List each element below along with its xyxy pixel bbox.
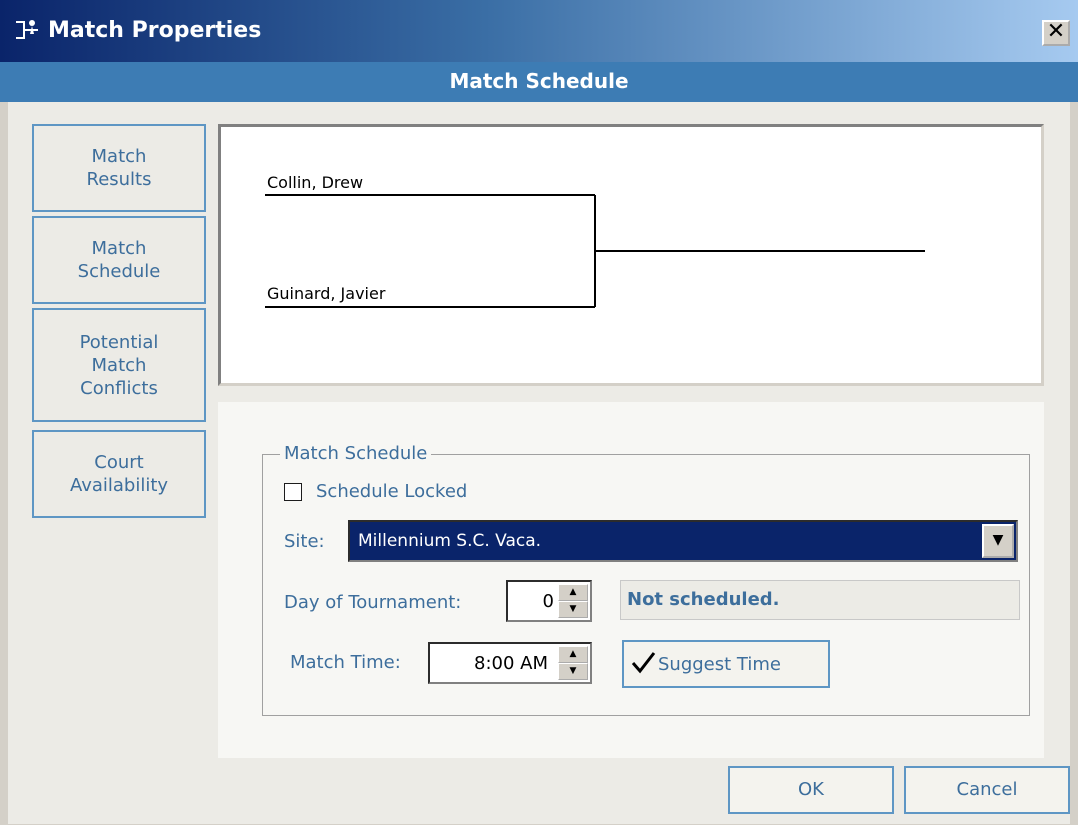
site-value: Millennium S.C. Vaca. bbox=[358, 531, 542, 551]
group-title: Match Schedule bbox=[280, 443, 432, 464]
match-time-value: 8:00 AM bbox=[474, 653, 548, 674]
cancel-button[interactable]: Cancel bbox=[904, 766, 1070, 814]
schedule-status-box: Not scheduled. bbox=[620, 580, 1020, 620]
day-of-tournament-stepper[interactable]: 0 ▲ ▼ bbox=[506, 580, 592, 622]
ok-button[interactable]: OK bbox=[728, 766, 894, 814]
title-bar[interactable]: Match Properties ✕ bbox=[0, 0, 1078, 62]
section-header: Match Schedule bbox=[0, 62, 1078, 102]
stepper-up-icon[interactable]: ▲ bbox=[558, 584, 588, 601]
nav-label-line: Conflicts bbox=[80, 377, 158, 399]
player-top: Collin, Drew bbox=[267, 173, 364, 192]
stepper-buttons: ▲ ▼ bbox=[558, 584, 588, 618]
nav-court-availability[interactable]: Court Availability bbox=[32, 430, 206, 518]
nav-label-line: Schedule bbox=[77, 261, 161, 282]
nav-label-line: Match bbox=[91, 146, 147, 167]
site-dropdown[interactable]: Millennium S.C. Vaca. ▼ bbox=[348, 520, 1018, 562]
nav-label-line: Availability bbox=[69, 475, 169, 496]
schedule-status: Not scheduled. bbox=[627, 589, 780, 610]
nav-label-line: Match bbox=[91, 238, 147, 259]
stepper-buttons: ▲ ▼ bbox=[558, 646, 588, 680]
schedule-locked-checkbox[interactable] bbox=[284, 483, 302, 501]
window-title: Match Properties bbox=[48, 18, 262, 43]
checkmark-icon bbox=[631, 652, 656, 674]
suggest-time-button[interactable]: Suggest Time bbox=[622, 640, 830, 688]
nav-label-line: Court bbox=[94, 452, 144, 473]
nav-label-line: Potential bbox=[79, 331, 159, 353]
bracket-app-icon bbox=[16, 20, 38, 39]
section-title: Match Schedule bbox=[449, 69, 629, 93]
bracket-panel: Collin, Drew Guinard, Javier bbox=[218, 124, 1044, 386]
close-button[interactable]: ✕ bbox=[1042, 20, 1070, 46]
bracket-lines bbox=[265, 194, 925, 308]
nav-label-line: Match bbox=[91, 354, 147, 376]
stepper-down-icon[interactable]: ▼ bbox=[558, 601, 588, 618]
suggest-time-label: Suggest Time bbox=[658, 654, 781, 675]
stepper-down-icon[interactable]: ▼ bbox=[558, 663, 588, 680]
dropdown-arrow-icon[interactable]: ▼ bbox=[982, 524, 1014, 558]
nav-match-schedule[interactable]: Match Schedule bbox=[32, 216, 206, 304]
site-label: Site: bbox=[284, 531, 325, 552]
match-time-stepper[interactable]: 8:00 AM ▲ ▼ bbox=[428, 642, 592, 684]
day-of-tournament-label: Day of Tournament: bbox=[284, 592, 462, 613]
match-time-label: Match Time: bbox=[290, 652, 401, 673]
schedule-locked-label[interactable]: Schedule Locked bbox=[316, 481, 467, 502]
day-value: 0 bbox=[542, 591, 554, 612]
nav-potential-match-conflicts[interactable]: Potential Match Conflicts bbox=[32, 308, 206, 422]
close-icon: ✕ bbox=[1046, 19, 1066, 44]
nav-match-results[interactable]: Match Results bbox=[32, 124, 206, 212]
player-bottom: Guinard, Javier bbox=[267, 284, 386, 303]
nav-label-line: Results bbox=[86, 169, 152, 190]
stepper-up-icon[interactable]: ▲ bbox=[558, 646, 588, 663]
